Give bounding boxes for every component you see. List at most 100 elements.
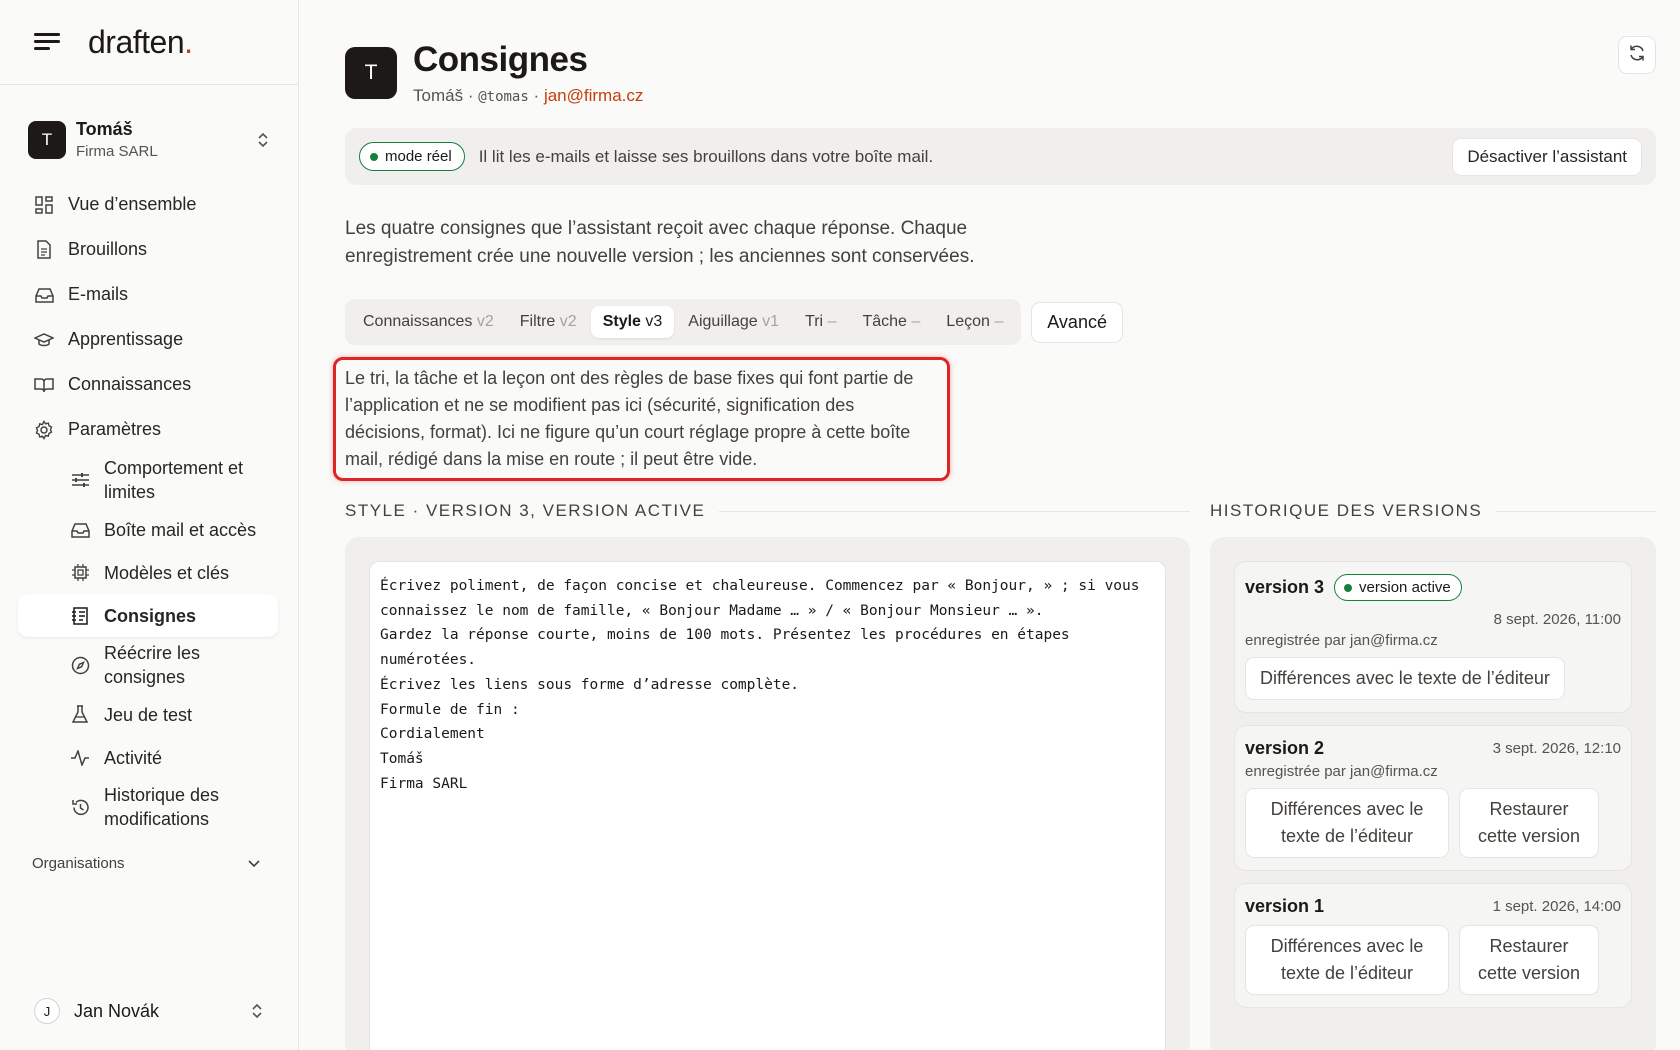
- tabs-row: Connaissances v2 Filtre v2 Style v3 Aigu…: [345, 299, 1656, 345]
- subnav-models[interactable]: Modèles et clés: [18, 551, 278, 594]
- refresh-icon: [1628, 44, 1646, 67]
- subnav-rewrite-label: Réécrire les consignes: [104, 643, 201, 687]
- nav-emails-label: E-mails: [68, 284, 129, 304]
- diff-button[interactable]: Différences avec le texte de l’éditeur: [1245, 657, 1565, 700]
- subnav-history-label: Historique des modifications: [104, 785, 220, 829]
- live-mode-badge: mode réel: [359, 142, 465, 171]
- diff-button[interactable]: Différences avec le texte de l’éditeur: [1245, 925, 1449, 995]
- nav-overview[interactable]: Vue d’ensemble: [0, 182, 298, 227]
- nav-learning-label: Apprentissage: [68, 329, 184, 349]
- status-dot: [370, 152, 378, 161]
- activity-pulse-icon: [70, 748, 90, 768]
- subnav-instructions-label: Consignes: [104, 605, 197, 626]
- status-description: Il lit les e-mails et laisse ses brouill…: [478, 146, 934, 166]
- tab-knowledge[interactable]: Connaissances v2: [351, 306, 506, 338]
- account-name: Tomáš: [76, 119, 133, 139]
- version-date: 3 sept. 2026, 12:10: [1492, 740, 1621, 757]
- notice-text: Le tri, la tâche et la leçon ont des règ…: [345, 368, 914, 469]
- dashboard-icon: [34, 195, 54, 215]
- graduation-cap-icon: [34, 330, 54, 350]
- account-switcher[interactable]: T Tomáš Firma SARL: [18, 111, 280, 168]
- tab-style[interactable]: Style v3: [590, 306, 675, 338]
- live-mode-label: mode réel: [385, 148, 452, 165]
- subnav-rewrite[interactable]: Réécrire les consignes: [18, 637, 278, 693]
- version-name: version 2: [1245, 738, 1325, 758]
- version-card: version 1 1 sept. 2026, 14:00 Différence…: [1234, 883, 1632, 1008]
- version-name: version 3 version active: [1245, 574, 1462, 601]
- subnav-behaviour[interactable]: Comportement et limites: [18, 452, 278, 508]
- menu-icon[interactable]: [34, 32, 60, 52]
- subnav-activity[interactable]: Activité: [18, 736, 278, 779]
- tab-routing[interactable]: Aiguillage v1: [676, 306, 791, 338]
- diff-button[interactable]: Différences avec le texte de l’éditeur: [1245, 788, 1449, 858]
- page-header: T Consignes Tomáš · @tomas · jan@firma.c…: [345, 0, 1656, 106]
- restore-version-button[interactable]: Restaurer cette version: [1459, 788, 1599, 858]
- tab-filter[interactable]: Filtre v2: [508, 306, 589, 338]
- history-icon: [70, 797, 90, 817]
- tab-lesson[interactable]: Leçon –: [934, 306, 1015, 338]
- nav-settings-label: Paramètres: [68, 419, 162, 439]
- history-heading: Historique des versions: [1210, 501, 1483, 520]
- disable-assistant-button[interactable]: Désactiver l’assistant: [1452, 137, 1642, 176]
- version-name: version 1: [1245, 896, 1325, 916]
- subnav-behaviour-label: Comportement et limites: [104, 458, 244, 502]
- nav-settings[interactable]: Paramètres: [0, 407, 298, 452]
- editor-heading: Style · version 3, version active: [345, 501, 706, 520]
- subnav-testset[interactable]: Jeu de test: [18, 693, 278, 736]
- chevron-updown-icon: [250, 1002, 264, 1020]
- tab-sort[interactable]: Tri –: [793, 306, 848, 338]
- subnav-instructions[interactable]: Consignes: [18, 594, 278, 637]
- instruction-editor[interactable]: Écrivez poliment, de façon concise et ch…: [369, 561, 1166, 1050]
- version-card: version 2 3 sept. 2026, 12:10 enregistré…: [1234, 725, 1632, 871]
- restore-version-button[interactable]: Restaurer cette version: [1459, 925, 1599, 995]
- account-org: Firma SARL: [76, 143, 158, 160]
- subnav-activity-label: Activité: [104, 747, 163, 768]
- subnav-history[interactable]: Historique des modifications: [18, 779, 278, 835]
- nav-overview-label: Vue d’ensemble: [68, 194, 197, 214]
- refresh-button[interactable]: [1618, 36, 1656, 74]
- list-instructions-icon: [70, 606, 90, 626]
- sliders-icon: [70, 470, 90, 490]
- tab-task[interactable]: Tâche –: [850, 306, 932, 338]
- page-subtitle: Tomáš · @tomas · jan@firma.cz: [413, 86, 643, 106]
- subnav-models-label: Modèles et clés: [104, 562, 230, 583]
- fixed-rules-notice: Le tri, la tâche et la leçon ont des règ…: [333, 357, 950, 481]
- flask-icon: [70, 705, 90, 725]
- version-author: enregistrée par jan@firma.cz: [1245, 632, 1438, 649]
- separator: ·: [467, 86, 474, 105]
- advanced-tab[interactable]: Avancé: [1031, 301, 1123, 343]
- user-menu[interactable]: J Jan Novák: [34, 998, 264, 1024]
- subnav-mailbox[interactable]: Boîte mail et accès: [18, 508, 278, 551]
- cpu-icon: [70, 563, 90, 583]
- page-avatar: T: [345, 47, 397, 99]
- page-title: Consignes: [413, 40, 588, 79]
- separator: ·: [533, 86, 540, 105]
- nav-learning[interactable]: Apprentissage: [0, 317, 298, 362]
- book-open-icon: [34, 375, 54, 395]
- page-handle: @tomas: [478, 89, 529, 105]
- page-owner-name: Tomáš: [413, 86, 464, 105]
- nav-drafts[interactable]: Brouillons: [0, 227, 298, 272]
- page-email-link[interactable]: jan@firma.cz: [544, 86, 643, 105]
- organisations-toggle[interactable]: Organisations: [32, 855, 260, 872]
- subnav-mailbox-label: Boîte mail et accès: [104, 519, 257, 540]
- version-author: enregistrée par jan@firma.cz: [1245, 763, 1438, 780]
- version-date: 8 sept. 2026, 11:00: [1493, 611, 1621, 628]
- sidebar: draften. T Tomáš Firma SARL Vue d’ensemb…: [0, 0, 299, 1050]
- nav-knowledge[interactable]: Connaissances: [0, 362, 298, 407]
- inbox-icon: [34, 285, 54, 305]
- account-avatar: T: [28, 120, 66, 159]
- user-name: Jan Novák: [74, 1000, 160, 1021]
- brand-bar: draften.: [0, 0, 298, 85]
- logo[interactable]: draften.: [88, 24, 193, 61]
- chevron-down-icon: [248, 855, 260, 872]
- user-avatar: J: [34, 998, 60, 1024]
- assistant-status-bar: mode réel Il lit les e-mails et laisse s…: [345, 128, 1656, 185]
- intro-text: Les quatre consignes que l’assistant reç…: [345, 218, 975, 267]
- main-content: T Consignes Tomáš · @tomas · jan@firma.c…: [299, 0, 1680, 1050]
- chevron-updown-icon: [256, 131, 270, 149]
- inbox-icon: [70, 520, 90, 540]
- instruction-tabs: Connaissances v2 Filtre v2 Style v3 Aigu…: [345, 299, 1022, 345]
- compass-icon: [70, 655, 90, 675]
- nav-emails[interactable]: E-mails: [0, 272, 298, 317]
